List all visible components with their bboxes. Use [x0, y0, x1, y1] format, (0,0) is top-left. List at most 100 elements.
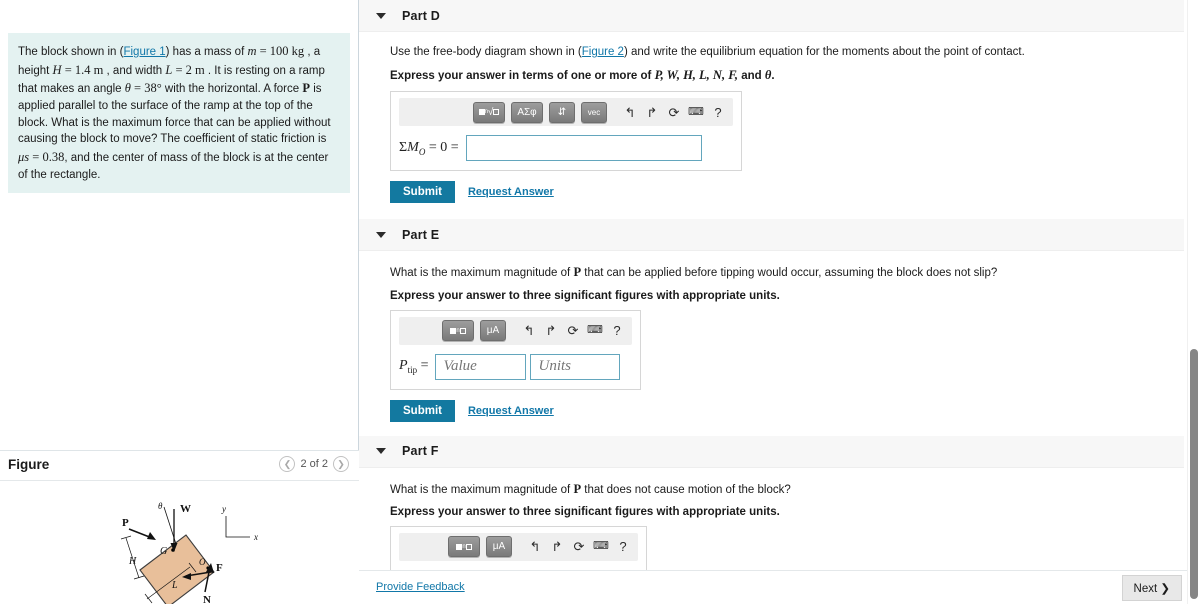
keyboard-icon[interactable]: ⌨ [587, 322, 603, 340]
scrollbar-thumb[interactable] [1190, 349, 1198, 599]
right-panel: Part D Use the free-body diagram shown i… [359, 0, 1200, 604]
chevron-left-icon[interactable]: ❮ [279, 456, 296, 472]
caret-down-icon[interactable] [376, 448, 386, 454]
undo-icon[interactable]: ↰ [527, 538, 543, 556]
part-d-answer-label: ΣMO = 0 = [399, 139, 459, 157]
part-f-prompt-pre: What is the maximum magnitude of [390, 483, 574, 496]
figure-diagram[interactable]: G O W θ P F N H L y x [0, 482, 359, 604]
figure-1-link[interactable]: Figure 1 [123, 46, 165, 58]
part-e-header[interactable]: Part E [359, 219, 1184, 252]
part-e-express: Express your answer to three significant… [390, 289, 780, 302]
part-e-answer-row: Ptip = [399, 353, 632, 380]
units-key[interactable]: μA [486, 536, 512, 558]
part-f-prompt-post: that does not cause motion of the block? [581, 483, 791, 496]
problem-text-4: , and width [103, 64, 166, 77]
keyboard-icon[interactable]: ⌨ [593, 538, 609, 556]
greek-key[interactable]: ΑΣφ [511, 101, 543, 123]
redo-icon[interactable]: ↱ [644, 103, 660, 121]
part-d-block: Part D Use the free-body diagram shown i… [359, 0, 1184, 204]
part-f-prompt: What is the maximum magnitude of P that … [390, 480, 1184, 499]
part-d-submit-button[interactable]: Submit [390, 181, 455, 204]
part-d-express-pre: Express your answer in terms of one or m… [390, 70, 655, 83]
part-e-button-row: Submit Request Answer [390, 399, 1184, 422]
reset-icon[interactable]: ⟳ [571, 538, 587, 556]
redo-icon[interactable]: ↱ [549, 538, 565, 556]
next-button[interactable]: Next ❯ [1121, 575, 1182, 601]
part-f-express: Express your answer to three significant… [390, 505, 780, 518]
part-d-express: Express your answer in terms of one or m… [390, 68, 1184, 83]
figure-title: Figure [8, 457, 50, 472]
figure-header: Figure ❮ 2 of 2 ❯ [0, 451, 359, 481]
var-P: P [302, 81, 310, 96]
part-f-header[interactable]: Part F [359, 435, 1184, 468]
figure-2-link[interactable]: Figure 2 [582, 46, 624, 58]
part-d-express-tail: and [738, 70, 765, 83]
part-d-header[interactable]: Part D [359, 0, 1184, 32]
figure-nav: ❮ 2 of 2 ❯ [279, 456, 349, 472]
figure-panel: Figure ❮ 2 of 2 ❯ G O W θ P F N H L y x [0, 450, 359, 604]
part-d-prompt-pre: Use the free-body diagram shown in ( [390, 46, 582, 58]
part-d-prompt: Use the free-body diagram shown in (Figu… [390, 44, 1184, 61]
reset-icon[interactable]: ⟳ [565, 322, 581, 340]
template-key[interactable]: n [442, 320, 474, 341]
part-e-math-toolbar: n μA ↰ ↱ ⟳ ⌨ ? [399, 316, 632, 345]
part-e-prompt-post: that can be applied before tipping would… [581, 267, 998, 280]
undo-icon[interactable]: ↰ [521, 322, 537, 340]
label-L: L [171, 580, 178, 591]
vector-key[interactable]: vec [581, 101, 607, 123]
part-d-answer-row: ΣMO = 0 = [399, 135, 733, 162]
undo-icon[interactable]: ↰ [622, 103, 638, 121]
val-L: = 2 m [172, 62, 205, 77]
units-key[interactable]: μA [480, 320, 506, 341]
problem-text-1: The block shown in ( [18, 46, 124, 58]
label-O: O [199, 557, 206, 567]
part-f-prompt-var: P [573, 481, 582, 496]
part-d-express-vars: P, W, H, L, N, F, [654, 68, 739, 83]
problem-text-6: with the horizontal. A force [161, 83, 303, 96]
label-N: N [203, 594, 211, 604]
part-e-answer-box: n μA ↰ ↱ ⟳ ⌨ ? Ptip = [390, 309, 641, 390]
var-H: H [52, 62, 62, 77]
sqrt-key[interactable]: n √ [473, 101, 505, 123]
part-d-express-end: . [771, 70, 775, 83]
caret-down-icon[interactable] [376, 12, 386, 19]
redo-icon[interactable]: ↱ [543, 322, 559, 340]
arrows-key[interactable]: ⇵ [549, 101, 575, 123]
part-d-title: Part D [402, 8, 441, 23]
part-d-request-answer-link[interactable]: Request Answer [468, 186, 554, 198]
part-d-body: Use the free-body diagram shown in (Figu… [359, 32, 1184, 204]
part-d-answer-box: n √ ΑΣφ ⇵ vec ↰ ↱ ⟳ ⌨ ? ΣMO = 0 = [390, 91, 742, 172]
reset-icon[interactable]: ⟳ [666, 103, 682, 121]
scrollbar-track[interactable] [1187, 0, 1200, 604]
var-mus: μs [18, 150, 30, 165]
part-e-value-input[interactable] [435, 353, 527, 380]
keyboard-icon[interactable]: ⌨ [688, 103, 704, 121]
part-e-submit-button[interactable]: Submit [390, 399, 455, 422]
label-P: P [122, 517, 129, 529]
part-d-math-toolbar: n √ ΑΣφ ⇵ vec ↰ ↱ ⟳ ⌨ ? [399, 98, 733, 127]
page-root: The block shown in (Figure 1) has a mass… [0, 0, 1200, 604]
part-e-title: Part E [402, 227, 440, 242]
part-f-title: Part F [402, 444, 439, 458]
label-H: H [128, 556, 137, 567]
label-theta: θ [158, 501, 163, 511]
part-e-units-input[interactable] [530, 353, 621, 380]
label-W: W [180, 503, 191, 515]
chevron-right-icon[interactable]: ❯ [333, 456, 349, 472]
figure-counter: 2 of 2 [300, 458, 328, 470]
help-icon[interactable]: ? [710, 103, 726, 121]
provide-feedback-link[interactable]: Provide Feedback [376, 581, 465, 593]
axes-indicator [225, 516, 250, 538]
part-e-prompt-pre: What is the maximum magnitude of [390, 267, 574, 280]
val-theta: = 38 [130, 81, 157, 96]
template-key[interactable]: n [448, 536, 480, 558]
part-e-request-answer-link[interactable]: Request Answer [468, 405, 554, 417]
problem-text-2: ) has a mass of [165, 46, 248, 58]
label-y-axis: y [221, 504, 226, 514]
caret-down-icon[interactable] [376, 231, 386, 238]
var-m: m [247, 44, 257, 58]
part-d-answer-input[interactable] [465, 135, 702, 162]
help-icon[interactable]: ? [615, 538, 631, 556]
help-icon[interactable]: ? [609, 322, 625, 340]
problem-statement: The block shown in (Figure 1) has a mass… [8, 33, 350, 194]
